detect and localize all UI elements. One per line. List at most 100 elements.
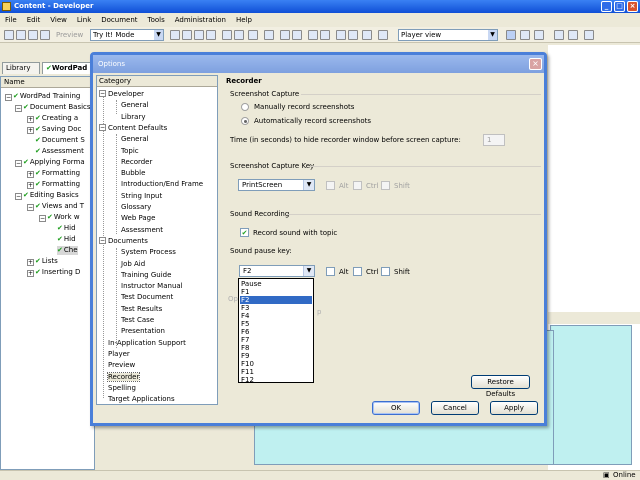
indent-icon[interactable] (320, 30, 330, 40)
tree-item[interactable]: + ✔Saving Doc (27, 125, 81, 134)
redo-icon[interactable] (292, 30, 302, 40)
paste-special-icon[interactable] (206, 30, 216, 40)
dropdown-option[interactable]: F6 (240, 328, 312, 336)
checkout-icon[interactable] (554, 30, 564, 40)
dropdown-option[interactable]: F7 (240, 336, 312, 344)
find-icon[interactable] (234, 30, 244, 40)
category-item[interactable]: Training Guide (121, 271, 171, 279)
expand-icon[interactable]: + (27, 116, 34, 123)
cancel-button[interactable]: Cancel (431, 401, 479, 415)
collapse-icon[interactable]: − (99, 123, 106, 131)
minimize-icon[interactable]: _ (601, 1, 612, 12)
category-item[interactable]: In-Application Support (108, 339, 186, 347)
category-item[interactable]: Content Defaults (108, 124, 167, 132)
collapse-icon[interactable]: − (99, 236, 106, 244)
tree-item[interactable]: − ✔Work w (39, 213, 80, 222)
delete-icon[interactable] (222, 30, 232, 40)
category-item[interactable]: Player (108, 350, 130, 358)
collapse-icon[interactable]: − (39, 215, 46, 222)
menu-help[interactable]: Help (231, 13, 257, 27)
pause-key-select[interactable]: F2 ▼ (239, 265, 315, 277)
dropdown-option[interactable]: F11 (240, 368, 312, 376)
menu-link[interactable]: Link (72, 13, 96, 27)
tree-item[interactable]: + ✔Formatting (27, 169, 80, 178)
tab-library[interactable]: Library (2, 62, 40, 74)
pause-ctrl-checkbox[interactable] (353, 267, 362, 276)
tree-item[interactable]: − ✔Editing Basics (15, 191, 79, 200)
category-item[interactable]: Library (121, 113, 145, 121)
dropdown-option[interactable]: F10 (240, 360, 312, 368)
dropdown-option[interactable]: F5 (240, 320, 312, 328)
category-item[interactable]: System Process (121, 248, 176, 256)
category-item[interactable]: General (121, 101, 149, 109)
category-item[interactable]: Developer (108, 90, 144, 98)
collapse-icon[interactable]: − (5, 94, 12, 101)
tree-item[interactable]: ✔Document S (35, 136, 85, 145)
category-item[interactable]: String Input (121, 192, 162, 200)
hide-delay-input[interactable]: 1 (483, 134, 505, 146)
category-item[interactable]: Documents (108, 237, 148, 245)
category-item[interactable]: Instructor Manual (121, 282, 183, 290)
expand-icon[interactable]: + (27, 270, 34, 277)
category-item[interactable]: Bubble (121, 169, 145, 177)
category-item[interactable]: Test Results (121, 305, 162, 313)
tree-item[interactable]: ✔Hid (57, 235, 76, 244)
dropdown-option[interactable]: F12 (240, 376, 312, 384)
expand-icon[interactable]: + (27, 127, 34, 134)
category-item[interactable]: Assessment (121, 226, 163, 234)
tree-item[interactable]: + ✔Formatting (27, 180, 80, 189)
capture-alt-checkbox[interactable] (326, 181, 335, 190)
print-icon[interactable] (40, 30, 50, 40)
category-item[interactable]: Job Aid (121, 260, 145, 268)
save-icon[interactable] (16, 30, 26, 40)
dropdown-option[interactable]: F9 (240, 352, 312, 360)
menu-document[interactable]: Document (96, 13, 142, 27)
dropdown-option[interactable]: F2 (240, 296, 312, 304)
category-item[interactable]: Web Page (121, 214, 155, 222)
tree-item[interactable]: + ✔Lists (27, 257, 58, 266)
tree-item[interactable]: ✔Che (57, 246, 78, 255)
tree-item[interactable]: ✔Hid (57, 224, 76, 233)
category-item[interactable]: Test Document (121, 293, 173, 301)
outdent-icon[interactable] (308, 30, 318, 40)
spell-icon[interactable] (348, 30, 358, 40)
collapse-icon[interactable]: − (15, 160, 22, 167)
cut-icon[interactable] (170, 30, 180, 40)
category-item[interactable]: Preview (108, 361, 135, 369)
open-icon[interactable] (28, 30, 38, 40)
collapse-icon[interactable]: − (15, 193, 22, 200)
menu-file[interactable]: File (0, 13, 22, 27)
new-icon[interactable] (4, 30, 14, 40)
category-item[interactable]: Spelling (108, 384, 136, 392)
dropdown-option[interactable]: F4 (240, 312, 312, 320)
properties-icon[interactable] (264, 30, 274, 40)
maximize-icon[interactable]: □ (614, 1, 625, 12)
expand-icon[interactable]: + (27, 171, 34, 178)
category-item[interactable]: Target Applications (108, 395, 175, 403)
menu-tools[interactable]: Tools (143, 13, 170, 27)
tree-item[interactable]: − ✔Views and T (27, 202, 84, 211)
manual-radio[interactable] (241, 103, 249, 111)
collapse-icon[interactable]: − (15, 105, 22, 112)
tree-item[interactable]: + ✔Creating a (27, 114, 78, 123)
tree-item[interactable]: − ✔Document Basics (15, 103, 91, 112)
checkin-icon[interactable] (568, 30, 578, 40)
dropdown-option[interactable]: F1 (240, 288, 312, 296)
category-item[interactable]: Introduction/End Frame (121, 180, 203, 188)
category-item[interactable]: Presentation (121, 327, 165, 335)
tree-item[interactable]: ✔Assessment (35, 147, 84, 156)
apply-button[interactable]: Apply (490, 401, 538, 415)
paste-icon[interactable] (194, 30, 204, 40)
category-item[interactable]: Recorder (121, 158, 152, 166)
menu-administration[interactable]: Administration (170, 13, 231, 27)
close-icon[interactable]: × (627, 1, 638, 12)
tab-wordpad[interactable]: ✔WordPad (42, 62, 92, 74)
menu-edit[interactable]: Edit (22, 13, 46, 27)
category-item[interactable]: General (121, 135, 149, 143)
mode-select[interactable]: Try It! Mode ▼ (90, 29, 164, 41)
view-select[interactable]: Player view ▼ (398, 29, 498, 41)
automatic-radio[interactable] (241, 117, 249, 125)
category-item[interactable]: Topic (121, 147, 139, 155)
category-item[interactable]: Recorder (106, 371, 141, 382)
layout2-icon[interactable] (520, 30, 530, 40)
